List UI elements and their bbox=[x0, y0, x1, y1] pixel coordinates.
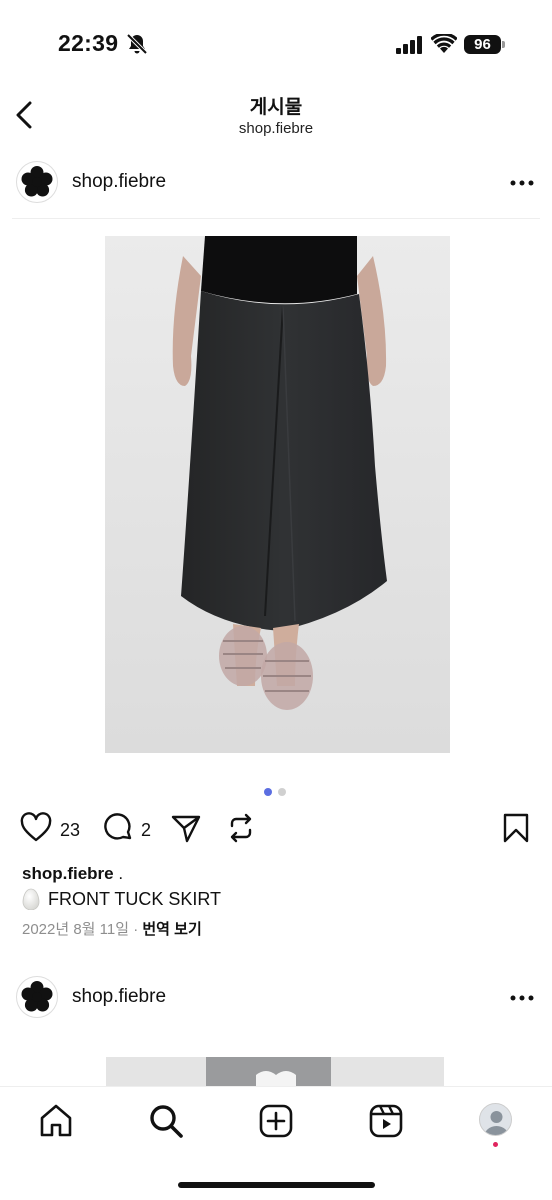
caption-text: FRONT TUCK SKIRT bbox=[48, 888, 222, 909]
heart-icon[interactable] bbox=[20, 812, 52, 844]
create-icon[interactable] bbox=[258, 1103, 294, 1139]
comment-icon[interactable] bbox=[102, 812, 134, 844]
post-username[interactable]: shop.fiebre bbox=[72, 171, 166, 193]
egg-emoji-icon bbox=[22, 888, 40, 910]
bookmark-icon[interactable] bbox=[500, 812, 532, 844]
battery-icon: 96 bbox=[464, 35, 501, 54]
caption-username[interactable]: shop.fiebre . bbox=[22, 864, 123, 884]
post-date: 2022년 8월 11일 bbox=[22, 921, 130, 938]
comment-count[interactable]: 2 bbox=[141, 820, 151, 841]
post-header: shop.fiebre bbox=[0, 161, 552, 217]
share-icon[interactable] bbox=[170, 812, 202, 844]
status-bar: 22:39 96 bbox=[0, 0, 552, 90]
avatar[interactable] bbox=[16, 976, 58, 1018]
avatar[interactable] bbox=[16, 161, 58, 203]
reels-icon[interactable] bbox=[368, 1103, 404, 1139]
repost-icon[interactable] bbox=[225, 812, 257, 844]
more-horizontal-icon[interactable] bbox=[508, 988, 536, 1008]
search-icon[interactable] bbox=[148, 1103, 184, 1139]
battery-cap bbox=[502, 41, 505, 48]
flower-logo-icon bbox=[21, 981, 53, 1012]
signal-icon bbox=[396, 36, 422, 54]
post-actions: 23 2 bbox=[0, 812, 552, 848]
caption-text-line: FRONT TUCK SKIRT bbox=[22, 888, 221, 910]
bell-slash-icon bbox=[126, 33, 148, 55]
status-time: 22:39 bbox=[58, 30, 119, 56]
post-meta: 2022년 8월 11일 · 번역 보기 bbox=[22, 918, 202, 939]
profile-avatar[interactable] bbox=[479, 1103, 512, 1136]
more-horizontal-icon[interactable] bbox=[508, 173, 536, 193]
page-title: 게시물 bbox=[249, 97, 303, 118]
flower-logo-icon bbox=[21, 166, 53, 197]
translate-link[interactable]: 번역 보기 bbox=[142, 921, 201, 938]
carousel-dot bbox=[278, 788, 286, 796]
post-photo[interactable] bbox=[105, 236, 450, 753]
wifi-icon bbox=[431, 34, 457, 53]
home-icon[interactable] bbox=[38, 1103, 74, 1139]
post-username[interactable]: shop.fiebre bbox=[72, 986, 166, 1008]
post-header: shop.fiebre bbox=[0, 976, 552, 1032]
divider bbox=[12, 218, 540, 219]
meta-separator: · bbox=[129, 921, 143, 938]
caption-username-text[interactable]: shop.fiebre bbox=[22, 864, 114, 883]
like-count[interactable]: 23 bbox=[60, 820, 80, 841]
page-subtitle[interactable]: shop.fiebre bbox=[0, 120, 552, 137]
profile-placeholder-icon bbox=[484, 1111, 509, 1135]
caption-suffix: . bbox=[113, 864, 124, 883]
notification-dot bbox=[493, 1142, 498, 1147]
carousel-dot-active bbox=[264, 788, 272, 796]
home-indicator bbox=[178, 1182, 375, 1188]
